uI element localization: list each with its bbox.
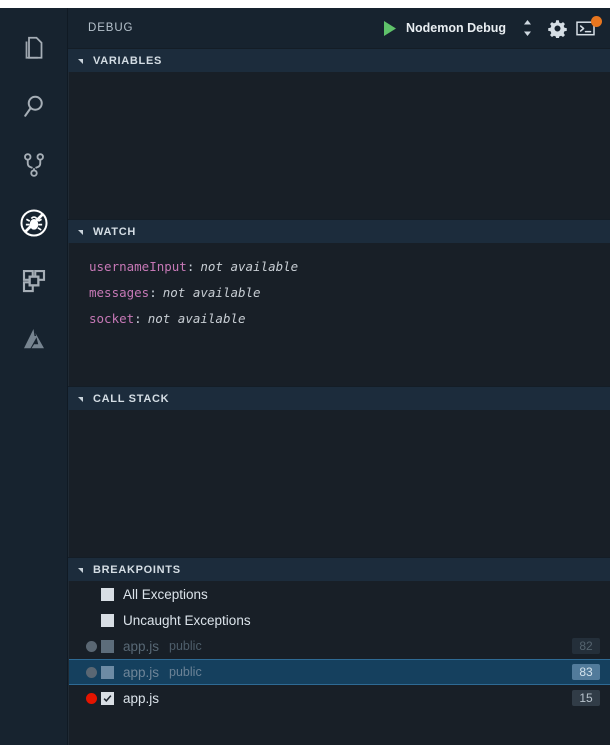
play-icon[interactable] (378, 20, 406, 37)
breakpoint-label: Uncaught Exceptions (123, 612, 251, 628)
section-breakpoints: BREAKPOINTS All Exceptions Uncaught Exce… (68, 557, 610, 745)
breakpoint-folder-name: public (169, 665, 202, 679)
watch-expression-name: messages (89, 284, 150, 300)
activity-item-debug[interactable] (0, 194, 68, 252)
breakpoint-checkbox[interactable] (101, 639, 114, 653)
breakpoint-dot-icon (85, 692, 97, 704)
breakpoint-file-name: app.js (123, 664, 160, 680)
chevron-down-icon (78, 397, 83, 402)
vscode-window: DEBUG Nodemon Debug VARIABLES WATCH user… (0, 8, 610, 745)
list-item[interactable]: messages: not available (69, 279, 610, 305)
breakpoint-label: All Exceptions (123, 586, 208, 602)
breakpoint-file-name: app.js (123, 690, 160, 706)
breakpoint-dot-slot (81, 666, 101, 678)
debug-console-icon[interactable] (572, 13, 602, 43)
chevron-down-icon (78, 230, 83, 235)
section-label-watch: WATCH (93, 225, 137, 238)
breakpoint-row-all-exceptions[interactable]: All Exceptions (69, 581, 610, 607)
breakpoint-dot-icon (85, 666, 97, 678)
activity-item-source-control[interactable] (0, 136, 68, 194)
gear-icon[interactable] (542, 13, 572, 43)
breakpoint-line-number: 83 (572, 664, 600, 680)
section-header-watch[interactable]: WATCH (68, 219, 610, 243)
search-icon (19, 92, 49, 122)
list-item[interactable]: usernameInput: not available (69, 253, 610, 279)
section-label-breakpoints: BREAKPOINTS (93, 563, 181, 576)
breakpoint-dot-icon (85, 640, 97, 652)
watch-expression-name: socket (89, 310, 135, 326)
debug-toolbar: Nodemon Debug (378, 13, 602, 43)
list-item[interactable]: socket: not available (69, 305, 610, 331)
extensions-icon (19, 266, 49, 296)
azure-icon (19, 324, 49, 354)
watch-expression-value: not available (200, 258, 299, 274)
breakpoint-row-file-active[interactable]: app.js 15 (69, 685, 610, 711)
up-down-chevron-icon[interactable] (512, 13, 542, 43)
debug-icon (18, 207, 50, 239)
console-notification-badge (591, 16, 602, 27)
breakpoint-checkbox[interactable] (101, 691, 114, 705)
chevron-down-icon (78, 568, 83, 573)
section-variables: VARIABLES (68, 48, 610, 219)
breakpoint-line-number: 82 (572, 638, 600, 654)
watch-separator: : (186, 258, 195, 274)
section-label-call-stack: CALL STACK (93, 392, 170, 405)
debug-panel-header: DEBUG Nodemon Debug (68, 8, 610, 48)
breakpoints-list[interactable]: All Exceptions Uncaught Exceptions app.j… (68, 581, 610, 745)
activity-item-search[interactable] (0, 78, 68, 136)
breakpoint-checkbox[interactable] (101, 587, 114, 601)
breakpoint-row-uncaught-exceptions[interactable]: Uncaught Exceptions (69, 607, 610, 633)
watch-separator: : (134, 310, 142, 326)
breakpoint-row-file[interactable]: app.js public 82 (69, 633, 610, 659)
call-stack-list[interactable] (68, 410, 610, 557)
variables-list[interactable] (68, 72, 610, 219)
debug-panel: DEBUG Nodemon Debug VARIABLES WATCH user… (68, 8, 610, 745)
watch-list[interactable]: usernameInput: not available messages: not… (68, 243, 610, 386)
section-call-stack: CALL STACK (68, 386, 610, 557)
files-icon (19, 34, 49, 64)
breakpoint-checkbox[interactable] (101, 613, 114, 627)
watch-expression-name: usernameInput (89, 258, 187, 274)
watch-expression-value: not available (162, 284, 261, 300)
activity-bar (0, 8, 68, 745)
section-label-variables: VARIABLES (93, 54, 163, 67)
section-header-call-stack[interactable]: CALL STACK (68, 386, 610, 410)
breakpoint-row-file-selected[interactable]: app.js public 83 (69, 659, 610, 685)
breakpoint-line-number: 15 (572, 690, 600, 706)
section-header-breakpoints[interactable]: BREAKPOINTS (68, 557, 610, 581)
debug-configuration-name[interactable]: Nodemon Debug (406, 21, 512, 35)
watch-expression-value: not available (147, 310, 246, 326)
activity-item-azure[interactable] (0, 310, 68, 368)
breakpoint-dot-slot (81, 640, 101, 652)
breakpoint-checkbox[interactable] (101, 665, 114, 679)
section-header-variables[interactable]: VARIABLES (68, 48, 610, 72)
breakpoint-folder-name: public (169, 639, 202, 653)
activity-item-explorer[interactable] (0, 20, 68, 78)
breakpoint-file-name: app.js (123, 638, 160, 654)
source-control-icon (19, 150, 49, 180)
section-watch: WATCH usernameInput: not available messag… (68, 219, 610, 386)
check-icon (103, 694, 112, 702)
watch-separator: : (149, 284, 157, 300)
page-title: DEBUG (88, 22, 134, 34)
chevron-down-icon (78, 59, 83, 64)
activity-item-extensions[interactable] (0, 252, 68, 310)
breakpoint-dot-slot (81, 692, 101, 704)
